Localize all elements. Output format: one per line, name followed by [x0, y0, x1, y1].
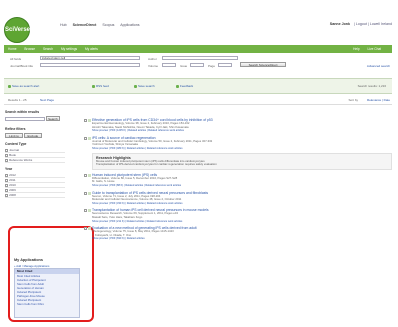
nav-browse[interactable]: Browse — [24, 47, 35, 51]
result-checkbox[interactable] — [84, 209, 87, 213]
search-alert-link[interactable]: Save as search alert — [8, 84, 39, 88]
year-item[interactable]: 2008 — [5, 193, 65, 198]
my-applications-heading: My Applications — [14, 258, 43, 262]
nav-my-alerts[interactable]: My alerts — [85, 47, 98, 51]
result-item: Human induced pluripotent stem (iPS) cel… — [84, 173, 392, 188]
alert-icon — [8, 84, 11, 88]
result-item: Transplantation of human iPS cell derive… — [84, 208, 392, 224]
result-checkbox[interactable] — [84, 191, 87, 195]
result-actions[interactable]: Show preview | PDF (690 K) | Related art… — [92, 237, 392, 241]
issue-label: Issue — [180, 64, 188, 68]
article-icon — [88, 227, 91, 231]
checkbox[interactable] — [5, 178, 8, 182]
user-links[interactable]: | Logout | Lowell Ireland — [354, 22, 392, 26]
result-item: Evaluation of a new method of generating… — [84, 226, 392, 241]
top-links: Hub ScienceDirect Scopus Applications — [60, 23, 145, 27]
user-bar: Sanne Jonk | Logout | Lowell Ireland — [330, 22, 392, 26]
search-sciencedirect-button[interactable]: Search ScienceDirect — [240, 62, 286, 67]
feedback-link[interactable]: Feedback — [176, 84, 193, 88]
top-link-hub[interactable]: Hub — [60, 23, 67, 27]
result-actions[interactable]: Show preview | PDF (1235 K) | Related ar… — [92, 129, 392, 133]
nav-help[interactable]: Help — [353, 47, 360, 51]
nav-my-settings[interactable]: My settings — [61, 47, 77, 51]
refine-heading: Search within results — [5, 110, 40, 114]
checkbox[interactable] — [5, 158, 8, 162]
rss-icon — [92, 84, 95, 88]
sciverse-logo[interactable]: SciVerse — [4, 17, 30, 43]
user-name[interactable]: Sanne Jonk — [330, 22, 350, 26]
my-applications-panel: My Applications + Add / Manage Applicati… — [14, 258, 80, 320]
page-label: Page — [208, 64, 216, 68]
result-actions[interactable]: Show preview | PDF (88 K) | Related arti… — [92, 184, 392, 188]
article-icon — [88, 119, 91, 122]
result-item: Guide to transplantation of iPS cells de… — [84, 191, 392, 206]
volume-input[interactable] — [162, 63, 176, 67]
article-icon — [88, 209, 91, 213]
all-fields-input[interactable]: induced stem cell — [40, 56, 140, 60]
save-search-link[interactable]: Save search — [134, 84, 155, 88]
volume-label: Volume — [148, 64, 159, 68]
result-item: Effective generation of iPS cells from C… — [84, 118, 392, 133]
results-count: Search results: 1,216 — [357, 84, 386, 88]
nav-live-chat[interactable]: Live Chat — [368, 47, 381, 51]
page-input[interactable] — [218, 63, 232, 67]
result-checkbox[interactable] — [84, 173, 87, 177]
issue-input[interactable] — [190, 63, 204, 67]
checkbox[interactable] — [5, 193, 8, 197]
journal-title-input[interactable] — [40, 63, 140, 67]
checkbox[interactable] — [5, 148, 8, 152]
checkbox[interactable] — [5, 173, 8, 177]
author-input[interactable] — [162, 56, 238, 60]
top-link-sciencedirect[interactable]: ScienceDirect — [73, 23, 97, 27]
result-checkbox[interactable] — [84, 136, 87, 140]
save-icon — [134, 84, 137, 88]
result-actions[interactable]: Show preview | PDF (211 K) | Related art… — [92, 220, 392, 224]
refine-search-input[interactable] — [5, 116, 45, 121]
feedback-icon — [176, 84, 179, 88]
refine-search-button[interactable]: Search — [45, 116, 60, 121]
refine-sidebar: Search within results Search Refine filt… — [5, 110, 65, 198]
results-list: Effective generation of iPS cells from C… — [84, 118, 392, 244]
sort-options[interactable]: Relevance | Date — [367, 98, 390, 102]
checkbox[interactable] — [5, 183, 8, 187]
checkbox[interactable] — [5, 153, 8, 157]
result-checkbox[interactable] — [84, 119, 87, 122]
most-cited-app: Most Cited Most Cited Articles Induction… — [14, 268, 80, 318]
result-item: iPS cells: A source of cardiac regenerat… — [84, 136, 392, 170]
checkbox[interactable] — [5, 188, 8, 192]
rss-link[interactable]: RSS feed — [92, 84, 109, 88]
sort-label: Sort by — [348, 98, 358, 102]
content-type-heading: Content Type — [5, 142, 27, 146]
article-icon — [88, 173, 91, 177]
result-actions[interactable]: Show preview | PDF (330 K) | Related art… — [92, 202, 392, 206]
results-range: Results 1 - 25 — [8, 98, 27, 102]
result-checkbox[interactable] — [84, 227, 87, 231]
author-label: Author — [148, 57, 157, 61]
limit-to-button[interactable]: Limit to — [5, 133, 23, 138]
article-icon — [88, 191, 91, 195]
top-link-scopus[interactable]: Scopus — [102, 23, 114, 27]
research-highlights: Research Highlights Mouse and human indu… — [92, 152, 392, 170]
app-link[interactable]: Stem Cells from Fibro — [15, 302, 79, 306]
nav-home[interactable]: Home — [8, 47, 17, 51]
journal-title-label: Journal/Book title — [10, 64, 34, 68]
advanced-search-link[interactable]: Advanced search — [367, 64, 390, 68]
refine-filters-heading: Refine filters — [5, 127, 26, 131]
next-page-link[interactable]: Next Page — [40, 98, 54, 102]
result-actions[interactable]: Show preview | PDF (480 K) | Related art… — [92, 147, 392, 151]
exclude-button[interactable]: Exclude — [23, 133, 42, 138]
year-heading: Year — [5, 167, 13, 171]
results-shelf: Save as search alert RSS feed Save searc… — [4, 78, 392, 94]
all-fields-label: All fields — [10, 57, 22, 61]
highlight-line: Transplantation of iPS-derived cardiomyo… — [96, 163, 217, 167]
facet-reference[interactable]: Reference Works — [5, 158, 65, 163]
top-link-applications[interactable]: Applications — [120, 23, 139, 27]
divider — [4, 104, 392, 105]
article-icon — [88, 136, 91, 140]
main-nav: Home Browse Search My settings My alerts… — [4, 45, 392, 53]
nav-search[interactable]: Search — [43, 47, 53, 51]
